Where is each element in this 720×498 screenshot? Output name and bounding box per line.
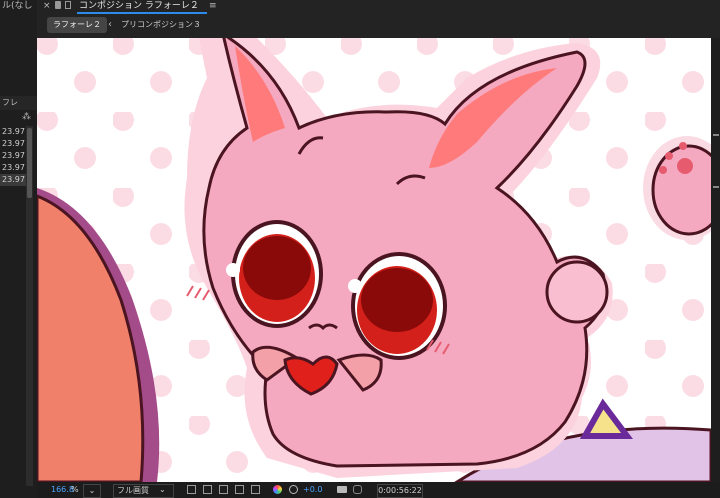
hamburger-menu-icon[interactable]: ≡	[209, 0, 217, 12]
right-panel-edge	[711, 38, 720, 482]
transparency-grid-icon[interactable]	[203, 485, 212, 494]
tab-composition[interactable]: コンポジション ラフォーレ２	[79, 0, 199, 12]
grid-guides-icon[interactable]	[219, 485, 228, 494]
column-header-frame-rate[interactable]: フレ	[0, 96, 37, 110]
edge-marker	[713, 186, 719, 188]
close-icon[interactable]: ×	[43, 0, 51, 12]
exposure-value[interactable]: +0.0	[303, 484, 322, 496]
current-time-display[interactable]: 0:00:56:22	[377, 484, 423, 498]
left-scrollbar[interactable]	[26, 126, 33, 486]
scrollbar-thumb[interactable]	[27, 128, 32, 198]
list-item[interactable]: 23.97	[0, 138, 26, 150]
camera-snapshot-icon[interactable]	[337, 486, 347, 493]
region-of-interest-icon[interactable]	[187, 485, 196, 494]
lock-icon[interactable]	[55, 1, 61, 9]
fps-list: 23.97 23.97 23.97 23.97 23.97	[0, 126, 26, 186]
zoom-dropdown-chevron-down-icon[interactable]: ⌄	[83, 484, 101, 498]
project-panel: ル(なし フレ ⁂ 23.97 23.97 23.97 23.97 23.97	[0, 0, 37, 498]
breadcrumb-active[interactable]: ラフォーレ２	[47, 17, 107, 33]
viewer-footer-toolbar: 166.8 % ⌄ フル画質 ⌄ +0.0 0:00:56:22	[37, 482, 720, 498]
list-item[interactable]: 23.97	[0, 126, 26, 138]
chevron-down-icon[interactable]: ⌄	[159, 484, 166, 496]
list-item[interactable]: 23.97	[0, 162, 26, 174]
artwork-canvas	[37, 38, 711, 482]
zoom-unit: %	[71, 485, 79, 494]
edge-marker	[713, 134, 719, 136]
breadcrumb-precomp[interactable]: プリコンポジション３	[121, 17, 201, 33]
chevron-left-icon[interactable]: ‹	[108, 17, 112, 33]
exposure-icon[interactable]	[289, 485, 298, 494]
channel-icon[interactable]	[251, 485, 260, 494]
active-tab-indicator	[77, 12, 207, 14]
panel-lock-icon[interactable]	[65, 1, 71, 9]
node-icon[interactable]: ⁂	[22, 112, 31, 122]
composition-viewer[interactable]	[37, 38, 711, 482]
color-management-icon[interactable]	[273, 485, 282, 494]
list-item[interactable]: 23.97	[0, 174, 26, 186]
show-snapshot-icon[interactable]	[353, 485, 362, 494]
composition-panel-header: × コンポジション ラフォーレ２ ≡ ラフォーレ２ ‹ プリコンポジション３	[37, 0, 720, 38]
tab-bar: × コンポジション ラフォーレ２ ≡	[37, 0, 720, 14]
list-item[interactable]: 23.97	[0, 150, 26, 162]
mask-visibility-icon[interactable]	[235, 485, 244, 494]
panel-top-label: ル(なし	[2, 1, 33, 11]
